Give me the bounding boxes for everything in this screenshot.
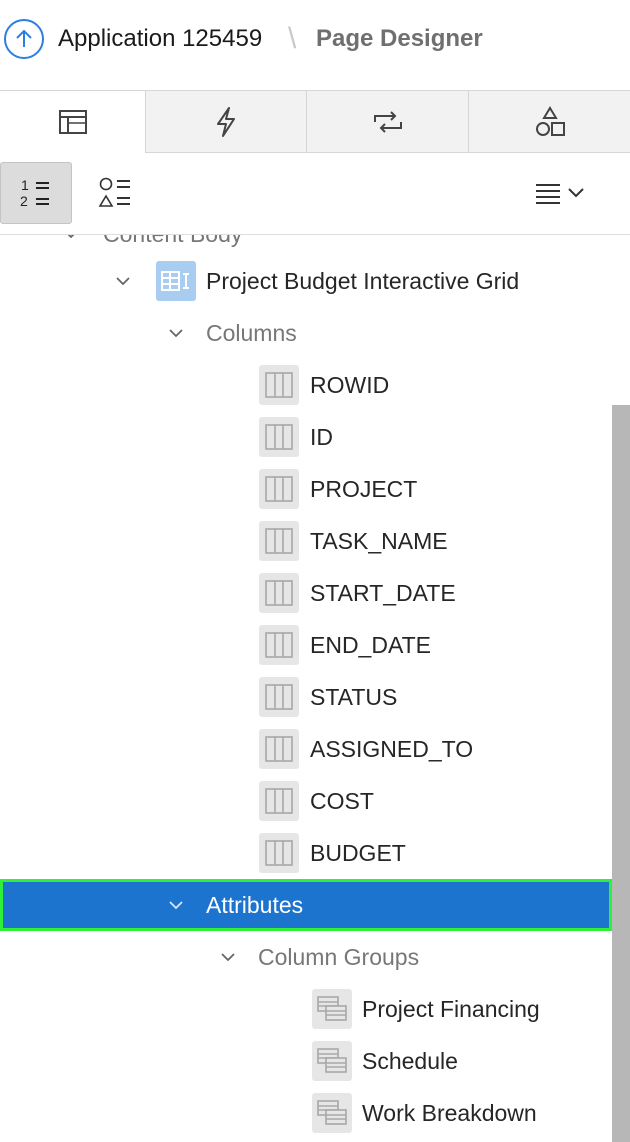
column-icon [259, 729, 299, 769]
header: Application 125459 \ Page Designer [0, 0, 630, 82]
tree-node-label: Work Breakdown [362, 1100, 537, 1126]
tree-scrollbar[interactable] [612, 405, 630, 1142]
tree-node-label: Schedule [362, 1048, 458, 1074]
tree-node-column[interactable]: END_DATE [0, 619, 612, 671]
column-group-icon [312, 1041, 352, 1081]
tree-node-attributes[interactable]: Attributes [0, 879, 612, 931]
tree-node-column-groups[interactable]: Column Groups [0, 931, 612, 983]
numbered-list-icon: 1 2 [20, 177, 49, 209]
application-link[interactable]: Application 125459 [58, 25, 262, 53]
tree-node-column[interactable]: ID [0, 411, 612, 463]
tree-node-label: START_DATE [310, 580, 456, 606]
tree-node-label: PROJECT [310, 476, 418, 502]
column-icon [259, 781, 299, 821]
chevron-down-icon[interactable] [114, 272, 132, 290]
chevron-down-icon[interactable] [62, 235, 80, 243]
column-group-icon [312, 989, 352, 1029]
tree-node-label: ID [310, 424, 333, 450]
tree-node-label: STATUS [310, 684, 398, 710]
interactive-grid-icon [156, 261, 196, 301]
column-icon [259, 521, 299, 561]
tree-node-label: ASSIGNED_TO [310, 736, 474, 762]
tree-node-label: END_DATE [310, 632, 431, 658]
svg-text:2: 2 [20, 193, 28, 209]
column-icon [259, 625, 299, 665]
tree-node-column[interactable]: START_DATE [0, 567, 612, 619]
column-icon [259, 573, 299, 613]
list-menu-icon [536, 184, 560, 204]
page-title: Page Designer [316, 25, 483, 52]
tree-node-label: TASK_NAME [310, 528, 448, 554]
tree-node-columns[interactable]: Columns [0, 307, 612, 359]
tab-shared-components[interactable] [468, 90, 630, 153]
tree-node-label: Project Financing [362, 996, 540, 1022]
shape-list-icon [98, 177, 130, 207]
column-icon [259, 365, 299, 405]
tree-node-column-group[interactable]: Schedule [0, 1035, 612, 1087]
chevron-down-icon[interactable] [219, 948, 237, 966]
breadcrumb-separator: \ [288, 22, 297, 55]
tree-node-label: Columns [206, 320, 297, 346]
tree-toolbar: 1 2 [0, 154, 630, 235]
column-icon [259, 417, 299, 457]
tree-node-label: Attributes [206, 892, 304, 918]
tree-node-column[interactable]: COST [0, 775, 612, 827]
tree-node-label: Project Budget Interactive Grid [206, 268, 520, 294]
tree-node-column-group[interactable]: Project Financing [0, 983, 612, 1035]
tree-node-label: Column Groups [258, 944, 420, 970]
up-arrow-icon[interactable] [4, 19, 44, 59]
rendering-icon [58, 109, 87, 134]
group-by-type-button[interactable] [80, 162, 152, 224]
shared-components-icon [535, 105, 565, 136]
column-icon [259, 469, 299, 509]
tree-menu-button[interactable] [524, 168, 596, 218]
tree-node-column[interactable]: BUDGET [0, 827, 612, 879]
component-order-button[interactable]: 1 2 [0, 162, 72, 224]
tree-node-column[interactable]: ASSIGNED_TO [0, 723, 612, 775]
tree-node-label: Content Body [103, 235, 242, 247]
tree-node-column[interactable]: PROJECT [0, 463, 612, 515]
column-group-icon [312, 1093, 352, 1133]
chevron-down-icon [568, 188, 584, 198]
column-icon [259, 833, 299, 873]
tree-node-label: ROWID [310, 372, 390, 398]
rendering-tree: Content Body Project Budget Interactive … [0, 235, 614, 1142]
processing-icon [373, 110, 402, 133]
tab-rendering[interactable] [0, 90, 145, 153]
tree-node-region[interactable]: Project Budget Interactive Grid [0, 255, 612, 307]
tree-node-column[interactable]: TASK_NAME [0, 515, 612, 567]
tab-processing[interactable] [306, 90, 468, 153]
column-icon [259, 677, 299, 717]
chevron-down-icon[interactable] [167, 896, 185, 914]
svg-text:1: 1 [21, 177, 29, 193]
tree-node-column[interactable]: ROWID [0, 359, 612, 411]
tree-node-label: COST [310, 788, 374, 814]
chevron-down-icon[interactable] [167, 324, 185, 342]
tree-node-column-group[interactable]: Work Breakdown [0, 1087, 612, 1139]
tree-node-label: BUDGET [310, 840, 406, 866]
tab-bar [0, 90, 630, 154]
lightning-icon [217, 106, 235, 137]
tab-dynamic-actions[interactable] [145, 90, 306, 153]
tree-node-column[interactable]: STATUS [0, 671, 612, 723]
